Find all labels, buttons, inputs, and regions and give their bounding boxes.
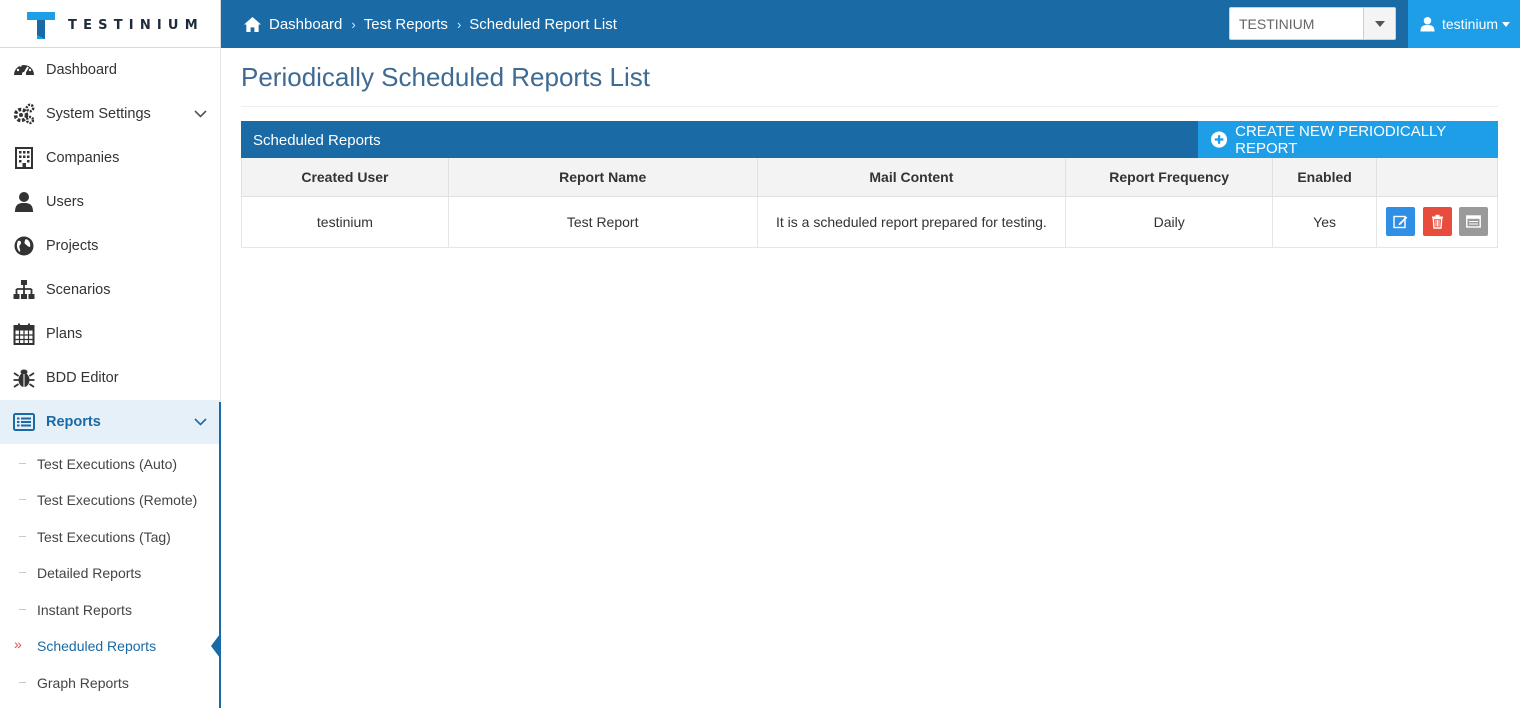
edit-icon [1392, 215, 1407, 229]
view-button[interactable] [1459, 207, 1489, 236]
table-row: testinium Test Report It is a scheduled … [241, 195, 1498, 248]
column-header-created-user[interactable]: Created User [241, 158, 449, 197]
sidebar-item-bdd-editor[interactable]: BDD Editor [0, 356, 220, 400]
window-icon [1466, 215, 1482, 228]
globe-icon [12, 235, 36, 257]
sidebar-item-dashboard[interactable]: Dashboard [0, 48, 220, 92]
column-header-enabled[interactable]: Enabled [1272, 158, 1378, 197]
tree-dash [19, 609, 26, 610]
sidebar-item-label: Scenarios [46, 282, 111, 298]
sidebar-item-companies[interactable]: Companies [0, 136, 220, 180]
sidebar-subitem-label: Instant Reports [37, 602, 132, 618]
delete-button[interactable] [1422, 207, 1452, 236]
sidebar-item-label: Projects [46, 238, 99, 254]
sidebar-item-plans[interactable]: Plans [0, 312, 220, 356]
sidebar-subitem-test-executions-auto[interactable]: Test Executions (Auto) [0, 446, 219, 482]
logo-text: TESTINIUM [68, 18, 204, 33]
sidebar-item-label: BDD Editor [46, 370, 119, 386]
sidebar-subitem-label: Scheduled Reports [37, 638, 157, 654]
breadcrumb-test-reports[interactable]: Test Reports [364, 16, 448, 33]
create-report-button[interactable]: CREATE NEW PERIODICALLY REPORT [1198, 121, 1498, 158]
sidebar: Dashboard System Settings Companies User… [0, 48, 221, 708]
list-icon [12, 411, 36, 433]
sidebar-item-scenarios[interactable]: Scenarios [0, 268, 220, 312]
cell-created-user: testinium [241, 195, 449, 248]
column-header-report-name[interactable]: Report Name [447, 158, 758, 197]
table-header-row: Created User Report Name Mail Content Re… [241, 158, 1498, 197]
cell-report-name: Test Report [447, 195, 758, 248]
sidebar-item-system-settings[interactable]: System Settings [0, 92, 220, 136]
sidebar-item-reports[interactable]: Reports [0, 400, 220, 444]
caret-down-icon [1502, 21, 1511, 27]
cell-mail-content: It is a scheduled report prepared for te… [756, 195, 1067, 248]
top-bar: TESTINIUM Dashboard › Test Reports › Sch… [0, 0, 1520, 48]
sidebar-subitem-graph-reports[interactable]: Graph Reports [0, 665, 219, 701]
sitemap-icon [12, 279, 36, 301]
dashboard-icon [12, 59, 36, 81]
sidebar-item-label: Users [46, 194, 84, 210]
calendar-icon [12, 323, 36, 345]
tree-dash [19, 463, 26, 464]
user-icon [12, 191, 36, 213]
panel-title: Scheduled Reports [253, 132, 381, 149]
sidebar-subitem-detailed-reports[interactable]: Detailed Reports [0, 555, 219, 591]
tree-dash [19, 536, 26, 537]
sidebar-item-label: Dashboard [46, 62, 117, 78]
sidebar-subitem-test-executions-remote[interactable]: Test Executions (Remote) [0, 482, 219, 518]
company-select[interactable]: TESTINIUM [1229, 7, 1396, 40]
column-header-report-frequency[interactable]: Report Frequency [1065, 158, 1274, 197]
user-name: testinium [1442, 16, 1499, 32]
testinium-logo-icon [27, 12, 55, 39]
page-title: Periodically Scheduled Reports List [241, 62, 650, 92]
create-report-label: CREATE NEW PERIODICALLY REPORT [1235, 122, 1447, 157]
cell-enabled: Yes [1272, 195, 1378, 248]
panel-header: Scheduled Reports CREATE NEW PERIODICALL… [241, 121, 1498, 158]
company-select-value: TESTINIUM [1239, 16, 1315, 32]
chevron-down-icon[interactable] [1363, 8, 1395, 39]
breadcrumb-separator-icon: › [351, 16, 356, 32]
sidebar-item-projects[interactable]: Projects [0, 224, 220, 268]
trash-icon [1431, 214, 1443, 229]
user-icon [1420, 16, 1435, 32]
user-menu[interactable]: testinium [1408, 0, 1520, 48]
double-chevron-right-icon: » [14, 636, 22, 652]
scheduled-reports-table: Created User Report Name Mail Content Re… [241, 158, 1498, 248]
sidebar-subitem-label: Test Executions (Remote) [37, 492, 198, 508]
sidebar-subitem-label: Test Executions (Tag) [37, 529, 171, 545]
active-section-indicator [219, 402, 221, 708]
tree-dash [19, 499, 26, 500]
sidebar-subitem-scheduled-reports[interactable]: » Scheduled Reports [0, 628, 220, 664]
sidebar-subitem-label: Test Executions (Auto) [37, 456, 178, 472]
sidebar-item-label: Companies [46, 150, 120, 166]
breadcrumb: Dashboard › Test Reports › Scheduled Rep… [243, 0, 617, 48]
tree-dash [19, 572, 26, 573]
breadcrumb-separator-icon: › [456, 16, 462, 32]
cell-frequency: Daily [1065, 195, 1274, 248]
tree-dash [19, 682, 26, 683]
breadcrumb-dashboard[interactable]: Dashboard [269, 16, 342, 33]
sidebar-item-label: System Settings [46, 106, 151, 122]
active-pointer-icon [211, 634, 220, 658]
column-header-actions [1376, 158, 1498, 197]
building-icon [12, 147, 36, 169]
gears-icon [12, 103, 36, 125]
cell-actions [1376, 195, 1498, 248]
sidebar-subitem-instant-reports[interactable]: Instant Reports [0, 592, 219, 628]
logo[interactable]: TESTINIUM [0, 0, 221, 48]
edit-button[interactable] [1385, 207, 1415, 236]
chevron-down-icon[interactable] [194, 415, 207, 428]
title-divider [241, 106, 1498, 107]
sidebar-subitem-label: Detailed Reports [37, 565, 142, 581]
home-icon[interactable] [243, 16, 262, 33]
chevron-down-icon[interactable] [194, 107, 207, 120]
sidebar-subitem-test-executions-tag[interactable]: Test Executions (Tag) [0, 519, 219, 555]
sidebar-item-label: Reports [46, 414, 101, 430]
plus-circle-icon [1211, 131, 1228, 148]
sidebar-item-label: Plans [46, 326, 83, 342]
breadcrumb-current: Scheduled Report List [469, 15, 617, 33]
column-header-mail-content[interactable]: Mail Content [756, 158, 1067, 197]
sidebar-subitem-label: Graph Reports [37, 675, 129, 691]
bug-icon [12, 367, 36, 389]
sidebar-item-users[interactable]: Users [0, 180, 220, 224]
